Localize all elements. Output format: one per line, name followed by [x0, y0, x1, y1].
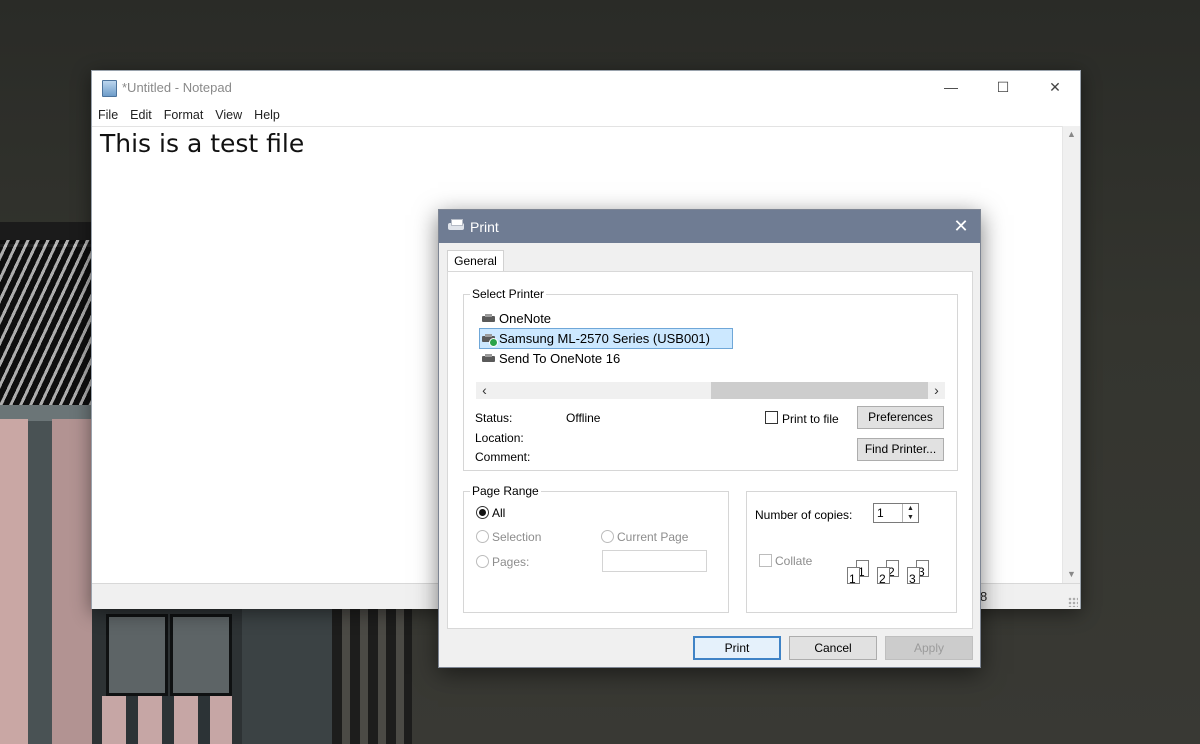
scroll-down-arrow-icon[interactable]: ▼: [1063, 566, 1080, 583]
all-pages-label[interactable]: All: [492, 506, 505, 520]
current-page-radio[interactable]: [601, 530, 614, 543]
printer-small-icon: [482, 354, 495, 363]
scroll-up-arrow-icon[interactable]: ▲: [1063, 126, 1080, 143]
menu-edit[interactable]: Edit: [124, 105, 158, 125]
maximize-button[interactable]: ☐: [980, 71, 1026, 103]
pages-radio[interactable]: [476, 555, 489, 568]
page-range-legend: Page Range: [470, 484, 541, 498]
collate-sheet: 1: [847, 567, 860, 586]
notepad-menubar: File Edit Format View Help: [92, 105, 286, 125]
background-posts: [332, 608, 412, 744]
tab-general[interactable]: General: [447, 250, 504, 272]
printer-item-label: Samsung ML-2570 Series (USB001): [499, 331, 710, 346]
comment-label: Comment:: [475, 450, 531, 464]
notepad-window-title: *Untitled - Notepad: [122, 80, 232, 95]
printer-item-send-to-onenote[interactable]: Send To OneNote 16: [480, 349, 730, 368]
print-button[interactable]: Print: [693, 636, 781, 660]
printer-list-horizontal-scrollbar[interactable]: ‹ ›: [476, 382, 945, 399]
number-of-copies-label: Number of copies:: [755, 508, 853, 522]
background-building-wall: [0, 405, 92, 744]
collate-sheet: 3: [907, 567, 920, 586]
print-dialog-title: Print: [470, 219, 499, 235]
apply-button[interactable]: Apply: [885, 636, 973, 660]
default-printer-check-icon: [489, 338, 498, 347]
collate-sheet: 2: [877, 567, 890, 586]
collate-preview-icon: 1 1 2 2 3 3: [847, 558, 937, 588]
menu-file[interactable]: File: [92, 105, 124, 125]
status-position-text: 8: [980, 589, 988, 604]
cancel-button[interactable]: Cancel: [789, 636, 877, 660]
page-range-group: Page Range All Selection Current Page Pa…: [463, 484, 729, 613]
all-pages-radio[interactable]: [476, 506, 489, 519]
notepad-vertical-scrollbar[interactable]: ▲ ▼: [1062, 126, 1080, 583]
menu-view[interactable]: View: [209, 105, 248, 125]
copies-stepper[interactable]: 1 ▲ ▼: [873, 503, 919, 523]
selection-label[interactable]: Selection: [492, 530, 541, 544]
pages-label[interactable]: Pages:: [492, 555, 529, 569]
copies-stepper-arrows[interactable]: ▲ ▼: [902, 504, 918, 522]
location-label: Location:: [475, 431, 524, 445]
find-printer-button[interactable]: Find Printer...: [857, 438, 944, 461]
select-printer-group: Select Printer OneNote Samsung ML-2570 S…: [463, 287, 958, 471]
stepper-up-arrow-icon[interactable]: ▲: [903, 504, 918, 513]
scroll-left-arrow-icon[interactable]: ‹: [476, 382, 493, 399]
status-label: Status:: [475, 411, 513, 425]
print-to-file-checkbox[interactable]: [765, 411, 778, 424]
menu-format[interactable]: Format: [158, 105, 210, 125]
print-dialog-titlebar[interactable]: Print ✕: [439, 210, 980, 243]
printer-item-label: Send To OneNote 16: [499, 351, 621, 366]
print-dialog: Print ✕ General Select Printer OneNote S…: [438, 209, 981, 668]
notepad-app-icon: [102, 80, 117, 97]
printer-list[interactable]: OneNote Samsung ML-2570 Series (USB001) …: [479, 309, 733, 368]
selection-radio[interactable]: [476, 530, 489, 543]
copies-group: Number of copies: 1 ▲ ▼ Collate 1 1 2 2 …: [746, 491, 957, 613]
notepad-text-content: This is a test file: [100, 129, 305, 158]
scrollbar-thumb[interactable]: [711, 382, 928, 399]
collate-label[interactable]: Collate: [775, 554, 812, 568]
print-dialog-close-button[interactable]: ✕: [942, 210, 980, 243]
general-tab-panel: Select Printer OneNote Samsung ML-2570 S…: [447, 271, 973, 629]
menu-help[interactable]: Help: [248, 105, 286, 125]
printer-item-label: OneNote: [499, 311, 552, 326]
printer-small-icon: [482, 314, 495, 323]
printer-item-onenote[interactable]: OneNote: [480, 309, 730, 328]
printer-icon: [448, 219, 464, 233]
stepper-down-arrow-icon[interactable]: ▼: [903, 513, 918, 522]
background-balcony: [0, 222, 92, 406]
notepad-titlebar[interactable]: *Untitled - Notepad — ☐ ✕: [92, 71, 1080, 103]
notepad-close-button[interactable]: ✕: [1032, 71, 1078, 103]
select-printer-legend: Select Printer: [470, 287, 547, 301]
background-building-lower: [92, 608, 332, 744]
minimize-button[interactable]: —: [928, 71, 974, 103]
collate-checkbox[interactable]: [759, 554, 772, 567]
printer-item-samsung[interactable]: Samsung ML-2570 Series (USB001): [479, 328, 733, 349]
scroll-right-arrow-icon[interactable]: ›: [928, 382, 945, 399]
current-page-label[interactable]: Current Page: [617, 530, 688, 544]
pages-input[interactable]: [602, 550, 707, 572]
status-value: Offline: [566, 411, 601, 425]
print-to-file-label[interactable]: Print to file: [782, 412, 839, 426]
copies-value: 1: [877, 506, 884, 520]
preferences-button[interactable]: Preferences: [857, 406, 944, 429]
resize-grip-icon[interactable]: [1068, 597, 1078, 607]
